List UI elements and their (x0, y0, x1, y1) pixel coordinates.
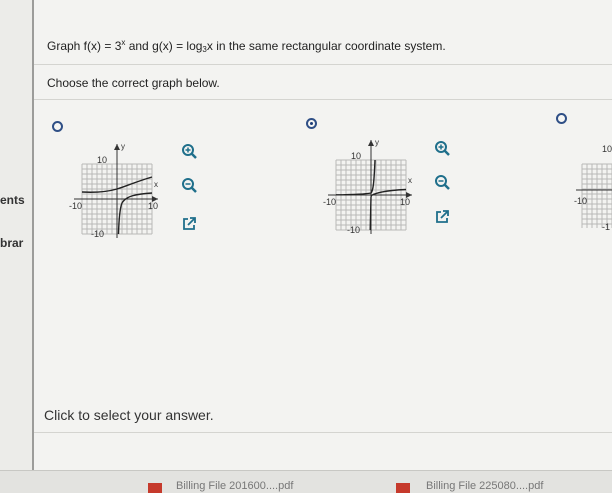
zoom-out-icon[interactable] (434, 174, 450, 190)
xmax-label: 10 (400, 197, 410, 207)
zoom-in-icon[interactable] (181, 143, 197, 159)
xmin-label: -10 (323, 197, 336, 207)
sidebar-item-assignments[interactable]: ents (0, 193, 25, 207)
ymin-label-partial: -1 (602, 222, 610, 230)
xmin-label: -10 (574, 196, 587, 206)
instruction-text: Choose the correct graph below. (47, 76, 220, 90)
y-axis-label: y (121, 142, 125, 151)
option-c-graph[interactable]: 10 -10 -1 (572, 140, 612, 230)
ymin-label: -10 (91, 229, 104, 239)
divider (34, 99, 612, 100)
answer-prompt: Click to select your answer. (44, 407, 214, 423)
divider (34, 64, 612, 65)
sidebar-item-library[interactable]: brar (0, 236, 23, 250)
y-arrow (368, 140, 374, 146)
zoom-in-icon[interactable] (434, 140, 450, 156)
option-c-radio[interactable] (556, 113, 567, 124)
option-b-radio[interactable] (306, 118, 317, 129)
left-navigation: ents brar (0, 0, 34, 492)
x-axis-label: x (408, 176, 412, 185)
option-a-radio[interactable] (52, 121, 63, 132)
external-link-icon[interactable] (434, 209, 450, 225)
option-b-graph[interactable]: y x 10 -10 -10 10 (314, 134, 414, 236)
option-a-graph[interactable]: y x 10 -10 -10 10 (60, 138, 160, 240)
zoom-out-icon[interactable] (181, 177, 197, 193)
xmin-label: -10 (69, 201, 82, 211)
external-link-icon[interactable] (181, 216, 197, 232)
ymax-label: 10 (97, 155, 107, 165)
ymin-label: -10 (347, 225, 360, 235)
y-arrow (114, 144, 120, 150)
xmax-label: 10 (148, 201, 158, 211)
divider (34, 432, 612, 433)
ymax-label: 10 (351, 151, 361, 161)
question-text: Graph f(x) = 3x and g(x) = log3x in the … (47, 38, 446, 54)
screen: ents brar Graph f(x) = 3x and g(x) = log… (0, 0, 612, 493)
taskbar-item-billing-file-1[interactable]: Billing File 201600....pdf (176, 480, 293, 492)
taskbar: Billing File 201600....pdf Billing File … (0, 470, 612, 493)
y-axis-label: y (375, 138, 379, 147)
taskbar-item-billing-file-2[interactable]: Billing File 225080....pdf (426, 480, 543, 492)
ymax-label: 10 (602, 144, 612, 154)
x-axis-label: x (154, 180, 158, 189)
